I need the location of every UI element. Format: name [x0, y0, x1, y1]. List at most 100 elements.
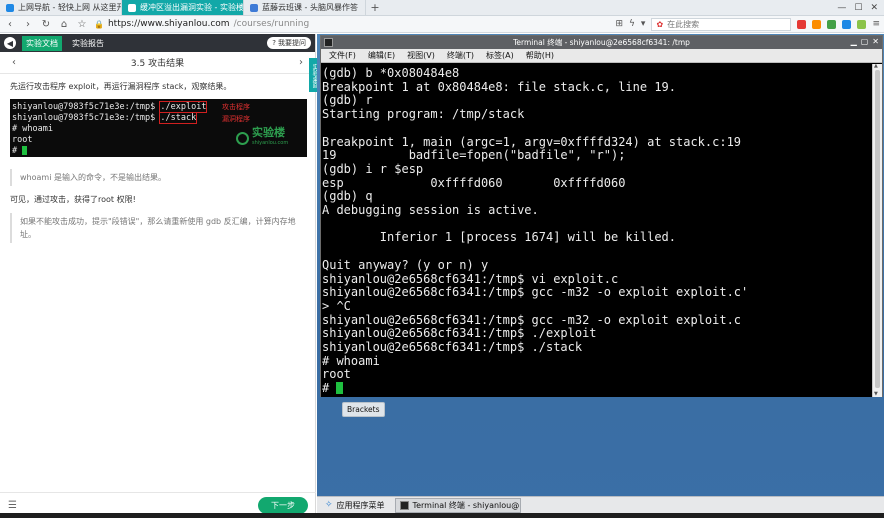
window-controls: — ☐ ✕ — [837, 0, 884, 15]
app-menu-icon: ✧ — [325, 500, 333, 510]
terminal-line: Inferior 1 [process 1674] will be killed… — [322, 230, 677, 245]
result-text: 可见，通过攻击，获得了root 权限! — [10, 195, 136, 204]
maximize-icon[interactable]: ☐ — [854, 3, 862, 13]
next-chapter-icon[interactable]: › — [299, 57, 303, 68]
terminal-window[interactable]: Terminal 终端 - shiyanlou@2e6568cf6341: /t… — [320, 35, 883, 397]
apps-menu-label: 应用程序菜单 — [336, 500, 385, 510]
grid-icon[interactable]: ⊞ — [615, 19, 623, 29]
extension-icon[interactable] — [812, 19, 822, 29]
highlight-box: ./exploit — [159, 101, 208, 113]
list-icon[interactable]: ☰ — [8, 500, 17, 511]
menu-terminal[interactable]: 终端(T) — [447, 50, 474, 61]
browser-tab-1[interactable]: 缓冲区溢出漏洞实验 - 实验楼 × — [122, 0, 244, 15]
tab-label: 缓冲区溢出漏洞实验 - 实验楼 — [140, 3, 244, 12]
menu-view[interactable]: 视图(V) — [407, 50, 435, 61]
extension-icon[interactable] — [842, 19, 852, 29]
scroll-up-icon[interactable]: ▲ — [874, 63, 878, 69]
highlight-box: ./stack — [159, 112, 198, 124]
terminal-line: shiyanlou@2e6568cf6341:/tmp$ gcc -m32 -o… — [322, 285, 749, 300]
terminal-line: root — [322, 367, 351, 382]
url-path: /courses/running — [233, 19, 310, 29]
apps-menu-button[interactable]: ✧ 应用程序菜单 — [321, 498, 389, 513]
tab-label: 上网导航 - 轻快上网 从这里开 — [18, 3, 122, 12]
browser-tab-bar: 上网导航 - 轻快上网 从这里开 缓冲区溢出漏洞实验 - 实验楼 × 蓝藤云班课… — [0, 0, 884, 16]
dropdown-icon[interactable]: ▾ — [641, 19, 646, 29]
warning-quote: 如果不能攻击成功，提示"段错误"，那么请重新使用 gdb 反汇编，计算内存地址。 — [10, 213, 305, 243]
terminal-line: ​ — [322, 245, 873, 259]
lightning-icon[interactable]: ϟ — [629, 19, 635, 29]
url-input[interactable]: 🔒 https://www.shiyanlou.com/courses/runn… — [94, 18, 609, 31]
menu-help[interactable]: 帮助(H) — [526, 50, 554, 61]
terminal-menubar: 文件(F) 编辑(E) 视图(V) 终端(T) 标签(A) 帮助(H) — [321, 49, 882, 63]
refresh-icon[interactable]: ↻ — [40, 19, 52, 30]
result-screenshot: shiyanlou@7983f5c71e3e:/tmp$ ./exploit s… — [10, 99, 307, 157]
terminal-line: esp 0xffffd060 0xffffd060 — [322, 175, 626, 190]
terminal-line: shiyanlou@2e6568cf6341:/tmp$ ./stack — [322, 340, 583, 355]
chapter-nav: ‹ 3.5 攻击结果 › — [0, 52, 315, 74]
home-icon[interactable]: ⌂ — [58, 19, 70, 30]
terminal-line: # — [322, 381, 873, 396]
desktop-taskbar: ✧ 应用程序菜单 Terminal 终端 - shiyanlou@... — [317, 496, 884, 513]
terminal-line: shiyanlou@2e6568cf6341:/tmp$ vi exploit.… — [322, 271, 619, 286]
back-circle-icon[interactable]: ◀ — [4, 37, 16, 49]
menu-tabs[interactable]: 标签(A) — [486, 50, 514, 61]
terminal-line: (gdb) q — [322, 189, 373, 204]
ask-question-button[interactable]: ? 我要提问 — [267, 37, 311, 49]
next-step-button[interactable]: 下一步 — [258, 497, 308, 514]
minimize-icon[interactable]: ▁ — [851, 37, 857, 46]
note-quote: whoami 是输入的命令，不是输出结果。 — [10, 169, 305, 186]
terminal-line: ​ — [322, 218, 873, 232]
forward-icon[interactable]: › — [22, 19, 34, 30]
terminal-line: > ^C — [322, 298, 351, 313]
tab-lab-report[interactable]: 实验报告 — [68, 36, 108, 51]
taskbar-window-label: Terminal 终端 - shiyanlou@... — [412, 500, 521, 510]
prev-chapter-icon[interactable]: ‹ — [12, 57, 16, 68]
brackets-tooltip: Brackets — [342, 402, 385, 417]
terminal-line: (gdb) b *0x080484e8 — [322, 66, 460, 80]
paw-icon: ✿ — [656, 19, 664, 29]
maximize-icon[interactable]: ▢ — [861, 37, 869, 46]
taskbar-terminal-window[interactable]: Terminal 终端 - shiyanlou@... — [394, 497, 521, 513]
terminal-line: # whoami — [322, 353, 380, 368]
extension-icon[interactable] — [827, 19, 837, 29]
question-icon: ? — [272, 39, 276, 47]
new-tab-button[interactable]: + — [366, 0, 384, 15]
terminal-output[interactable]: (gdb) b *0x080484e8 Breakpoint 1 at 0x804… — [321, 64, 873, 397]
menu-icon[interactable]: ≡ — [872, 19, 880, 29]
browser-tab-2[interactable]: 蓝藤云班课 - 头脑风暴作答 — [244, 0, 366, 15]
shot-line: shiyanlou@7983f5c71e3e:/tmp$ ./exploit — [12, 101, 208, 113]
browser-tab-0[interactable]: 上网导航 - 轻快上网 从这里开 — [0, 0, 122, 15]
back-icon[interactable]: ‹ — [4, 19, 16, 30]
leaf-icon — [236, 131, 249, 145]
logo-subtext: shiyanlou.com — [252, 140, 289, 146]
terminal-icon — [399, 500, 409, 510]
shiyanlou-icon — [128, 3, 136, 12]
instruction-text: 先运行攻击程序 exploit，再运行漏洞程序 stack，观察结果。 — [10, 82, 232, 91]
terminal-line: (gdb) i r $esp — [322, 161, 424, 176]
terminal-line: 19 badfile=fopen("badfile", "r"); — [322, 148, 626, 163]
minimize-icon[interactable]: — — [837, 3, 846, 13]
close-icon[interactable]: ✕ — [872, 37, 879, 46]
menu-file[interactable]: 文件(F) — [329, 50, 356, 61]
terminal-line: Breakpoint 1, main (argc=1, argv=0xffffd… — [322, 134, 742, 149]
cursor — [22, 146, 28, 155]
scroll-down-icon[interactable]: ▼ — [874, 391, 878, 397]
url-host: https://www.shiyanlou.com — [107, 19, 230, 29]
menu-edit[interactable]: 编辑(E) — [368, 50, 395, 61]
search-input[interactable]: ✿ 在此搜索 — [651, 17, 792, 31]
cursor — [336, 382, 344, 395]
extension-icon[interactable] — [797, 19, 807, 29]
extension-icon[interactable] — [857, 19, 867, 29]
address-tools: ⊞ ϟ ▾ ✿ 在此搜索 ≡ — [615, 17, 880, 31]
ask-label: 我要提问 — [278, 39, 306, 47]
terminal-line: shiyanlou@2e6568cf6341:/tmp$ ./exploit — [322, 326, 597, 341]
terminal-line: Breakpoint 1 at 0x80484e8: file stack.c,… — [322, 79, 677, 94]
scrollbar-thumb[interactable] — [875, 70, 880, 388]
star-icon[interactable]: ☆ — [76, 19, 88, 30]
tab-lab-doc[interactable]: 实验文档 — [22, 35, 62, 51]
lock-icon: 🔒 — [94, 19, 104, 29]
close-window-icon[interactable]: ✕ — [870, 3, 878, 13]
terminal-line: shiyanlou@2e6568cf6341:/tmp$ gcc -m32 -o… — [322, 312, 742, 327]
annotation-stack: 漏洞程序 — [222, 115, 250, 123]
terminal-scrollbar[interactable]: ▲ ▼ — [872, 63, 882, 397]
